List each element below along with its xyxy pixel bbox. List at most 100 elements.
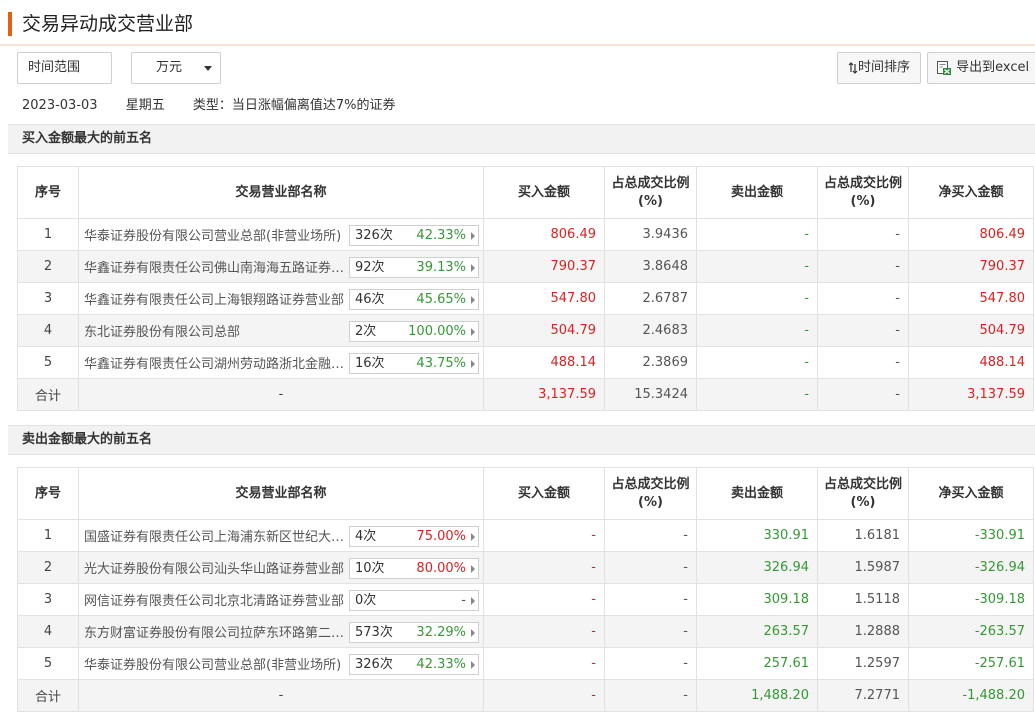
triangle-right-icon xyxy=(471,232,475,240)
branch-name-cell: 华鑫证券有限责任公司佛山南海海五路证券营业部 92次 39.13% xyxy=(78,250,484,283)
listing-times: 10次 xyxy=(355,561,385,576)
branch-name-link[interactable]: 东北证券股份有限公司总部 xyxy=(84,321,346,340)
branch-stats-button[interactable]: 16次 43.75% xyxy=(349,353,479,374)
branch-name-link[interactable]: 华鑫证券有限责任公司佛山南海海五路证券营业部 xyxy=(84,257,346,276)
branch-stats-button[interactable]: 326次 42.33% xyxy=(349,225,479,246)
row-net-amount: -330.91 xyxy=(908,519,1034,552)
col-buy-header[interactable]: 买入金额 xyxy=(483,166,605,219)
row-seq: 3 xyxy=(17,583,79,616)
listing-times: 0次 xyxy=(355,593,377,608)
branch-name-link[interactable]: 国盛证券有限责任公司上海浦东新区世纪大道证券营业部 xyxy=(84,526,346,545)
row-buy-pct: 2.4683 xyxy=(604,314,697,347)
col-sell-pct-header: 占总成交比例(%) xyxy=(817,467,909,520)
branch-stats-button[interactable]: 46次 45.65% xyxy=(349,289,479,310)
row-seq: 2 xyxy=(17,250,79,283)
branch-name-link[interactable]: 光大证券股份有限公司汕头华山路证券营业部 xyxy=(84,558,346,577)
total-net-amount: -1,488.20 xyxy=(908,679,1034,712)
row-buy-amount: - xyxy=(483,647,605,680)
row-sell-amount: - xyxy=(696,218,818,251)
total-row: 合计 -3,137.59 15.3424- -3,137.59 xyxy=(17,378,1034,411)
row-net-amount: 504.79 xyxy=(908,314,1034,347)
trade-weekday: 星期五 xyxy=(125,98,165,113)
up-rate: 42.33% xyxy=(416,657,466,672)
triangle-right-icon xyxy=(471,661,475,669)
page-title: 交易异动成交营业部 xyxy=(22,13,194,35)
branch-name-cell: 华泰证券股份有限公司营业总部(非营业场所) 326次 42.33% xyxy=(78,218,484,251)
col-name-header: 交易营业部名称 xyxy=(78,467,484,520)
total-sell-amount: 1,488.20 xyxy=(696,679,818,712)
triangle-right-icon xyxy=(471,360,475,368)
row-sell-amount: 326.94 xyxy=(696,551,818,584)
col-sell-header[interactable]: 卖出金额 xyxy=(696,166,818,219)
col-sell-pct-header: 占总成交比例(%) xyxy=(817,166,909,219)
up-rate: 80.00% xyxy=(416,561,466,576)
total-name: - xyxy=(78,378,484,411)
branch-name-link[interactable]: 华泰证券股份有限公司营业总部(非营业场所) xyxy=(84,654,346,673)
row-seq: 4 xyxy=(17,615,79,648)
time-sort-label: 时间排序 xyxy=(857,60,910,75)
time-range-button[interactable]: 时间范围 xyxy=(17,52,112,84)
branch-name-cell: 东方财富证券股份有限公司拉萨东环路第二证券营业部 573次 32.29% xyxy=(78,615,484,648)
row-sell-pct: 1.2888 xyxy=(817,615,909,648)
branch-name-link[interactable]: 华鑫证券有限责任公司上海银翔路证券营业部 xyxy=(84,289,346,308)
row-buy-pct: 2.6787 xyxy=(604,282,697,315)
row-net-amount: -263.57 xyxy=(908,615,1034,648)
row-net-amount: 488.14 xyxy=(908,346,1034,379)
up-rate: 75.00% xyxy=(416,529,466,544)
time-sort-button[interactable]: 时间排序 xyxy=(837,52,921,84)
row-buy-amount: 806.49 xyxy=(483,218,605,251)
row-buy-amount: 488.14 xyxy=(483,346,605,379)
row-sell-amount: 257.61 xyxy=(696,647,818,680)
branch-stats-button[interactable]: 2次 100.00% xyxy=(349,321,479,342)
row-net-amount: 806.49 xyxy=(908,218,1034,251)
col-net-header[interactable]: 净买入金额 xyxy=(908,166,1034,219)
triangle-right-icon xyxy=(471,533,475,541)
row-sell-pct: - xyxy=(817,346,909,379)
branch-stats-button[interactable]: 92次 39.13% xyxy=(349,257,479,278)
row-buy-pct: - xyxy=(604,519,697,552)
export-excel-button[interactable]: 导出到excel xyxy=(927,52,1035,84)
listing-times: 16次 xyxy=(355,356,385,371)
listing-times: 92次 xyxy=(355,260,385,275)
table-row: 1 华泰证券股份有限公司营业总部(非营业场所) 326次 42.33% 806.49 3.… xyxy=(17,218,1034,251)
col-sell-header[interactable]: 卖出金额 xyxy=(696,467,818,520)
row-sell-amount: - xyxy=(696,250,818,283)
table-row: 3 华鑫证券有限责任公司上海银翔路证券营业部 46次 45.65% 547.80 2.67… xyxy=(17,282,1034,315)
title-bar: 交易异动成交营业部 xyxy=(0,0,1035,46)
branch-name-link[interactable]: 华泰证券股份有限公司营业总部(非营业场所) xyxy=(84,225,346,244)
branch-name-link[interactable]: 华鑫证券有限责任公司湖州劳动路浙北金融中心证券营业部 xyxy=(84,353,346,372)
up-rate: 32.29% xyxy=(416,625,466,640)
col-buy-header[interactable]: 买入金额 xyxy=(483,467,605,520)
total-row: 合计 - - -1,488.20 7.2771 -1,488.20 xyxy=(17,679,1034,712)
branch-name-cell: 国盛证券有限责任公司上海浦东新区世纪大道证券营业部 4次 75.00% xyxy=(78,519,484,552)
total-buy-pct: - xyxy=(604,679,697,712)
branch-name-cell: 东北证券股份有限公司总部 2次 100.00% xyxy=(78,314,484,347)
total-sell-pct: - xyxy=(817,378,909,411)
row-seq: 5 xyxy=(17,647,79,680)
row-buy-pct: - xyxy=(604,583,697,616)
branch-name-link[interactable]: 东方财富证券股份有限公司拉萨东环路第二证券营业部 xyxy=(84,622,346,641)
branch-stats-button[interactable]: 4次 75.00% xyxy=(349,526,479,547)
row-sell-pct: - xyxy=(817,282,909,315)
unit-select[interactable]: 万元 xyxy=(131,52,221,84)
buy-section-title: 买入金额最大的前五名 xyxy=(8,124,1035,154)
branch-name-cell: 光大证券股份有限公司汕头华山路证券营业部 10次 80.00% xyxy=(78,551,484,584)
triangle-right-icon xyxy=(471,629,475,637)
row-buy-amount: 547.80 xyxy=(483,282,605,315)
table-row: 2 光大证券股份有限公司汕头华山路证券营业部 10次 80.00% - -326.94 1.… xyxy=(17,551,1034,584)
branch-stats-button[interactable]: 10次 80.00% xyxy=(349,558,479,579)
table-row: 4东方财富证券股份有限公司拉萨东环路第二证券营业部573次32.29%--263… xyxy=(17,615,1034,648)
branch-name-link[interactable]: 网信证券有限责任公司北京北清路证券营业部 xyxy=(84,590,346,609)
total-name: - xyxy=(78,679,484,712)
branch-stats-button[interactable]: 573次 32.29% xyxy=(349,622,479,643)
row-sell-pct: - xyxy=(817,218,909,251)
row-sell-amount: - xyxy=(696,314,818,347)
branch-stats-button[interactable]: 0次 - xyxy=(349,590,479,611)
caret-down-icon xyxy=(204,66,212,71)
listing-times: 4次 xyxy=(355,529,377,544)
col-net-header[interactable]: 净买入金额 xyxy=(908,467,1034,520)
branch-name-cell: 华鑫证券有限责任公司上海银翔路证券营业部 46次 45.65% xyxy=(78,282,484,315)
col-buy-pct-header: 占总成交比例(%) xyxy=(604,467,697,520)
branch-stats-button[interactable]: 326次 42.33% xyxy=(349,654,479,675)
total-sell-amount: - xyxy=(696,378,818,411)
